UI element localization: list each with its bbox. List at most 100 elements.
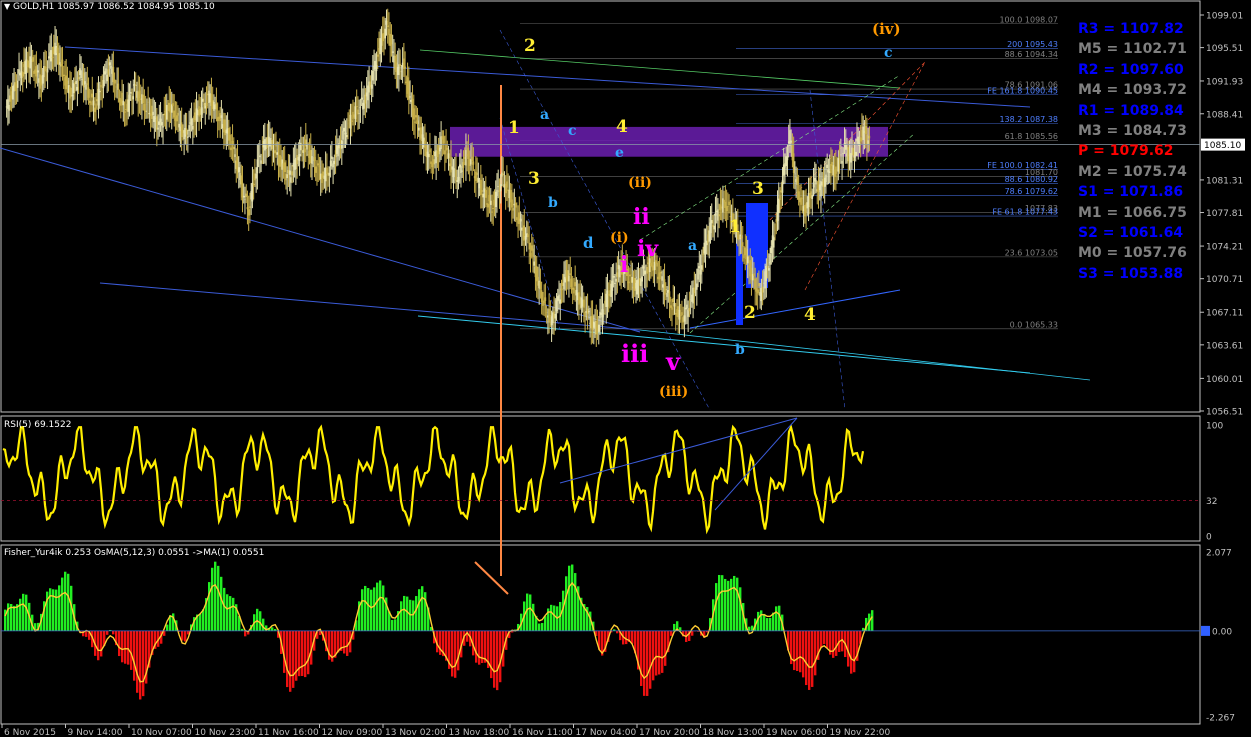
fisher-bar	[244, 630, 247, 637]
time-tick-label: 11 Nov 16:00	[258, 728, 319, 737]
fisher-bar	[67, 573, 70, 631]
fisher-bar	[373, 587, 376, 631]
fisher-bar	[673, 623, 676, 631]
price-tick-label: 1056.51	[1206, 408, 1243, 418]
fisher-bar	[799, 630, 802, 673]
fisher-bar	[478, 630, 481, 665]
fisher-bar	[364, 585, 367, 631]
fisher-bar	[301, 630, 304, 676]
fisher-bar	[721, 575, 724, 631]
wave-label: (iii)	[659, 384, 688, 400]
fisher-bar	[367, 588, 370, 631]
fisher-bar	[418, 589, 421, 631]
fisher-bar	[394, 619, 397, 631]
wave-label: 3	[528, 169, 540, 189]
pivot-level-label: M5 = 1102.71	[1078, 41, 1187, 58]
fisher-bar	[739, 587, 742, 631]
fisher-bar	[763, 613, 766, 631]
fisher-bar	[139, 630, 142, 700]
wave-label: (iv)	[872, 20, 901, 38]
fisher-bar	[652, 630, 655, 681]
fisher-bar	[643, 630, 646, 696]
fisher-bar	[730, 578, 733, 631]
time-tick-label: 10 Nov 23:00	[195, 728, 256, 737]
pivot-level-label: M0 = 1057.76	[1078, 245, 1187, 262]
fisher-bar	[808, 630, 811, 690]
fisher-bar	[130, 630, 133, 670]
price-tick-label: 1074.21	[1206, 243, 1243, 253]
fisher-tick-label: 2.077	[1206, 549, 1232, 559]
fisher-bar	[805, 630, 808, 686]
fisher-tick-label: -2.267	[1206, 714, 1235, 724]
fib-label: 0.0 1065.33	[1010, 320, 1058, 329]
wave-label: 2	[744, 303, 756, 323]
fisher-bar	[625, 630, 628, 645]
fisher-bar	[853, 630, 856, 673]
fisher-bar	[451, 630, 454, 677]
rsi-tick-label: 100	[1206, 422, 1223, 432]
time-tick-label: 17 Nov 04:00	[576, 728, 637, 737]
fib-label: 200 1095.43	[1007, 40, 1058, 49]
price-tick-label: 1063.61	[1206, 341, 1243, 351]
fisher-bar	[820, 630, 823, 648]
wave-label: (ii)	[628, 175, 652, 191]
fisher-bar	[184, 630, 187, 642]
fisher-bar	[61, 577, 64, 631]
fisher-bar	[811, 630, 814, 687]
fisher-bar	[823, 630, 826, 645]
fisher-bar	[289, 630, 292, 692]
fisher-bar	[202, 609, 205, 631]
fisher-bar	[496, 630, 499, 691]
fisher-bar	[307, 630, 310, 675]
fisher-bar	[19, 598, 22, 631]
fisher-bar	[223, 587, 226, 631]
fisher-header: Fisher_Yur4ik 0.253 OsMA(5,12,3) 0.0551 …	[4, 548, 265, 558]
fisher-bar	[850, 630, 853, 674]
pivot-level-label: S1 = 1071.86	[1078, 184, 1184, 201]
dropdown-triangle-icon[interactable]: ▼	[4, 2, 10, 11]
wave-label: c	[568, 123, 577, 139]
fib-label: FE 61.8 1077.43	[992, 208, 1058, 217]
fisher-bar	[724, 578, 727, 631]
fisher-bar	[568, 565, 571, 631]
fisher-bar	[232, 597, 235, 631]
price-tick-label: 1099.01	[1206, 12, 1243, 22]
fisher-bar	[424, 592, 427, 631]
fisher-bar	[199, 613, 202, 631]
fisher-bar	[802, 630, 805, 678]
fisher-bar	[826, 630, 829, 649]
wave-label: ii	[633, 204, 650, 230]
fib-label: 100.0 1098.07	[999, 15, 1058, 24]
time-tick-label: 12 Nov 09:00	[322, 728, 383, 737]
fib-label: 23.6 1073.05	[1005, 248, 1058, 257]
fisher-bar	[97, 630, 100, 661]
fisher-bar	[25, 594, 28, 631]
fisher-bar	[370, 589, 373, 631]
fisher-bar	[421, 586, 424, 631]
fisher-bar	[406, 596, 409, 631]
wave-label: a	[540, 107, 549, 123]
fisher-bar	[658, 630, 661, 675]
fisher-bar	[769, 617, 772, 631]
fisher-bar	[133, 630, 136, 681]
time-tick-label: 9 Nov 14:00	[68, 728, 123, 737]
fisher-bar	[871, 610, 874, 631]
wave-label: 4	[616, 117, 628, 137]
price-tick-label: 1095.51	[1206, 44, 1243, 54]
fisher-bar	[550, 604, 553, 631]
fisher-bar	[136, 630, 139, 693]
time-tick-label: 13 Nov 02:00	[385, 728, 446, 737]
time-tick-label: 6 Nov 2015	[4, 728, 56, 737]
wave-label: a	[688, 238, 697, 254]
wave-label: (i)	[610, 230, 629, 246]
fisher-bar	[400, 601, 403, 631]
fisher-bar	[631, 630, 634, 644]
pivot-level-label: M4 = 1093.72	[1078, 82, 1187, 99]
pivot-level-label: S2 = 1061.64	[1078, 225, 1184, 241]
fisher-bar	[343, 630, 346, 654]
wave-label: v	[665, 347, 681, 376]
fisher-bar	[493, 630, 496, 688]
fisher-bar	[55, 589, 58, 631]
wave-label: 4	[804, 305, 816, 325]
price-tick-label: 1081.31	[1206, 176, 1243, 186]
